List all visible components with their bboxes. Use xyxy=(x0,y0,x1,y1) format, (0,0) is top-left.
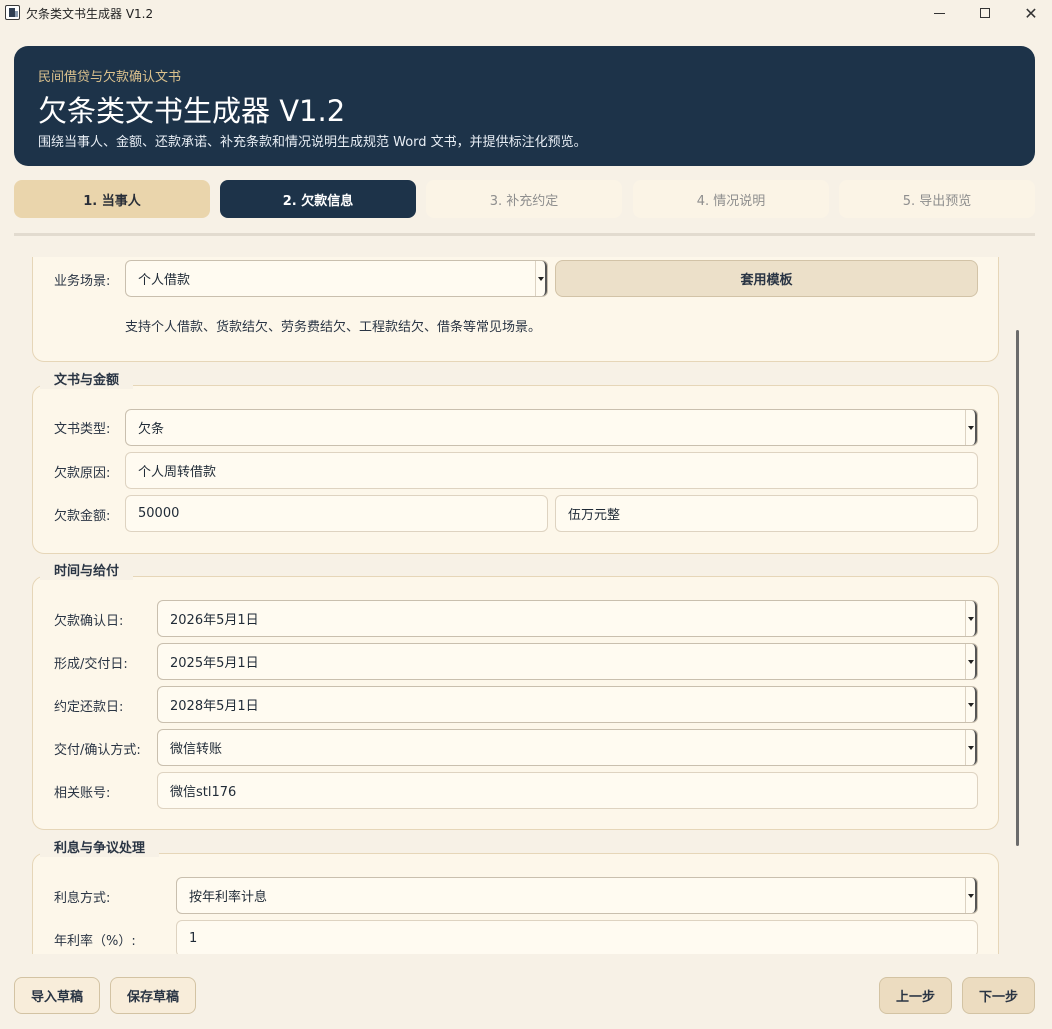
payment-method-select[interactable]: 微信转账 xyxy=(157,729,978,766)
next-step-button[interactable]: 下一步 xyxy=(962,977,1035,1014)
close-icon: ✕ xyxy=(1024,3,1038,23)
scenario-hint: 支持个人借款、货款结欠、劳务费结欠、工程款结欠、借条等常见场景。 xyxy=(125,320,542,335)
account-input[interactable]: 微信stl176 xyxy=(157,772,978,809)
chevron-down-icon xyxy=(965,878,977,913)
step-tab-supplementary[interactable]: 3. 补充约定 xyxy=(426,180,622,218)
doc-type-label: 文书类型: xyxy=(54,422,111,437)
step-tab-parties[interactable]: 1. 当事人 xyxy=(14,180,210,218)
minimize-button[interactable] xyxy=(916,0,962,26)
scenario-select-value: 个人借款 xyxy=(138,273,191,288)
reason-input[interactable]: 个人周转借款 xyxy=(125,452,978,489)
formed-date-value: 2025年5月1日 xyxy=(170,656,259,671)
apply-template-button[interactable]: 套用模板 xyxy=(555,260,978,297)
header-banner: 民间借贷与欠款确认文书 欠条类文书生成器 V1.2 围绕当事人、金额、还款承诺、… xyxy=(14,46,1035,166)
confirm-date-label: 欠款确认日: xyxy=(54,614,124,629)
amount-input[interactable]: 50000 xyxy=(125,495,548,532)
amount-uppercase-field[interactable]: 伍万元整 xyxy=(555,495,978,532)
step-tab-export-preview[interactable]: 5. 导出预览 xyxy=(839,180,1035,218)
annual-rate-label: 年利率（%）: xyxy=(54,934,136,949)
maximize-icon xyxy=(980,8,990,18)
interest-mode-label: 利息方式: xyxy=(54,891,111,906)
maximize-button[interactable] xyxy=(962,0,1008,26)
formed-date-label: 形成/交付日: xyxy=(54,657,128,672)
scrollbar-thumb[interactable] xyxy=(1016,330,1019,846)
confirm-date-select[interactable]: 2026年5月1日 xyxy=(157,600,978,637)
amount-label: 欠款金额: xyxy=(54,509,111,524)
formed-date-select[interactable]: 2025年5月1日 xyxy=(157,643,978,680)
window-titlebar: 欠条类文书生成器 V1.2 ✕ xyxy=(0,0,1052,26)
import-draft-button[interactable]: 导入草稿 xyxy=(14,977,100,1014)
page-title: 欠条类文书生成器 V1.2 xyxy=(38,94,346,128)
save-draft-button[interactable]: 保存草稿 xyxy=(110,977,196,1014)
step-tab-situation[interactable]: 4. 情况说明 xyxy=(633,180,829,218)
close-button[interactable]: ✕ xyxy=(1008,0,1052,26)
app-document-icon xyxy=(5,5,20,20)
doc-type-select[interactable]: 欠条 xyxy=(125,409,978,446)
interest-mode-select[interactable]: 按年利率计息 xyxy=(176,877,978,914)
due-date-select[interactable]: 2028年5月1日 xyxy=(157,686,978,723)
reason-label: 欠款原因: xyxy=(54,466,111,481)
chevron-down-icon xyxy=(965,601,977,636)
payment-method-label: 交付/确认方式: xyxy=(54,743,141,758)
steps-divider xyxy=(14,233,1035,236)
due-date-value: 2028年5月1日 xyxy=(170,699,259,714)
chevron-down-icon xyxy=(965,644,977,679)
minimize-icon xyxy=(933,12,945,14)
chevron-down-icon xyxy=(965,730,977,765)
annual-rate-input[interactable]: 1 xyxy=(176,920,978,954)
confirm-date-value: 2026年5月1日 xyxy=(170,613,259,628)
chevron-down-icon xyxy=(965,410,977,445)
due-date-label: 约定还款日: xyxy=(54,700,124,715)
header-subtitle: 围绕当事人、金额、还款承诺、补充条款和情况说明生成规范 Word 文书，并提供标… xyxy=(38,135,587,150)
interest-mode-value: 按年利率计息 xyxy=(189,890,268,905)
doc-type-select-value: 欠条 xyxy=(138,422,165,437)
scenario-label: 业务场景: xyxy=(54,274,111,289)
window-title: 欠条类文书生成器 V1.2 xyxy=(26,7,154,21)
prev-step-button[interactable]: 上一步 xyxy=(879,977,952,1014)
account-label: 相关账号: xyxy=(54,786,111,801)
doc-amount-title: 文书与金额 xyxy=(40,369,134,389)
chevron-down-icon xyxy=(535,261,547,296)
form-scroll-area[interactable]: 业务场景: 个人借款 套用模板 支持个人借款、货款结欠、劳务费结欠、工程款结欠、… xyxy=(14,257,1027,954)
chevron-down-icon xyxy=(965,687,977,722)
scenario-select[interactable]: 个人借款 xyxy=(125,260,548,297)
payment-method-value: 微信转账 xyxy=(170,742,223,757)
interest-title: 利息与争议处理 xyxy=(40,837,160,857)
time-payment-title: 时间与给付 xyxy=(40,560,134,580)
step-tab-debt-info[interactable]: 2. 欠款信息 xyxy=(220,180,416,218)
header-kicker: 民间借贷与欠款确认文书 xyxy=(38,70,182,85)
